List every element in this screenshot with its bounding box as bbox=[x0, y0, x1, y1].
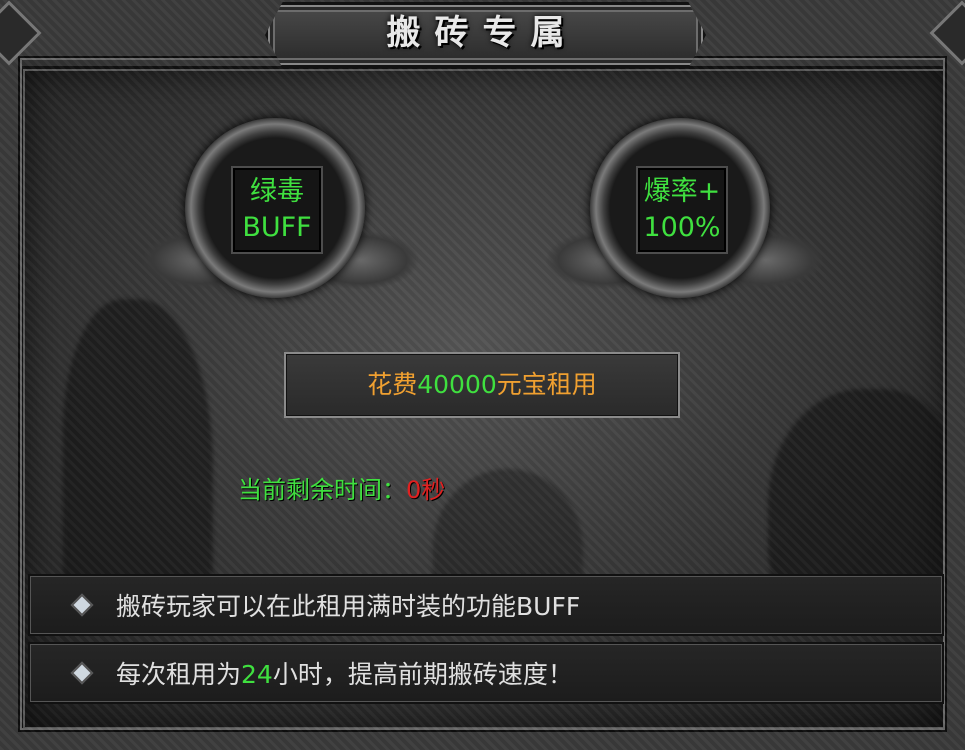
info-text-2-hours: 24 bbox=[241, 660, 273, 689]
buff-droprate-line2: 100% bbox=[643, 212, 721, 243]
buff-droprate-line1: 爆率+ bbox=[643, 176, 721, 207]
rent-amount: 40000 bbox=[417, 370, 497, 399]
buff-rental-window: 搬砖专属 绿毒 BUFF 爆率+ 100% 花费40000元宝租用 当前剩余时间… bbox=[0, 0, 965, 750]
buff-poison-line2: BUFF bbox=[242, 212, 312, 243]
window-title: 搬砖专属 bbox=[386, 13, 579, 53]
info-text-2-suffix: 小时，提高前期搬砖速度！ bbox=[272, 660, 573, 689]
diamond-bullet-icon bbox=[70, 593, 94, 617]
rent-suffix: 元宝租用 bbox=[496, 370, 597, 399]
info-text-2: 每次租用为24小时，提高前期搬砖速度！ bbox=[116, 655, 573, 691]
diamond-bullet-icon bbox=[70, 661, 94, 685]
buff-poison-slot[interactable]: 绿毒 BUFF bbox=[231, 166, 323, 254]
remaining-time-label: 当前剩余时间： bbox=[238, 476, 406, 504]
buff-droprate-slot[interactable]: 爆率+ 100% bbox=[636, 166, 728, 254]
info-row-2: 每次租用为24小时，提高前期搬砖速度！ bbox=[28, 642, 944, 704]
info-text-1: 搬砖玩家可以在此租用满时装的功能BUFF bbox=[116, 592, 581, 621]
remaining-time-value: 0秒 bbox=[406, 476, 446, 504]
buff-poison-line1: 绿毒 bbox=[250, 176, 304, 207]
rent-prefix: 花费 bbox=[367, 370, 418, 399]
remaining-time: 当前剩余时间：0秒 bbox=[238, 470, 445, 505]
rent-button[interactable]: 花费40000元宝租用 bbox=[284, 352, 680, 418]
info-text-2-prefix: 每次租用为 bbox=[116, 660, 242, 689]
info-row-1: 搬砖玩家可以在此租用满时装的功能BUFF bbox=[28, 574, 944, 636]
